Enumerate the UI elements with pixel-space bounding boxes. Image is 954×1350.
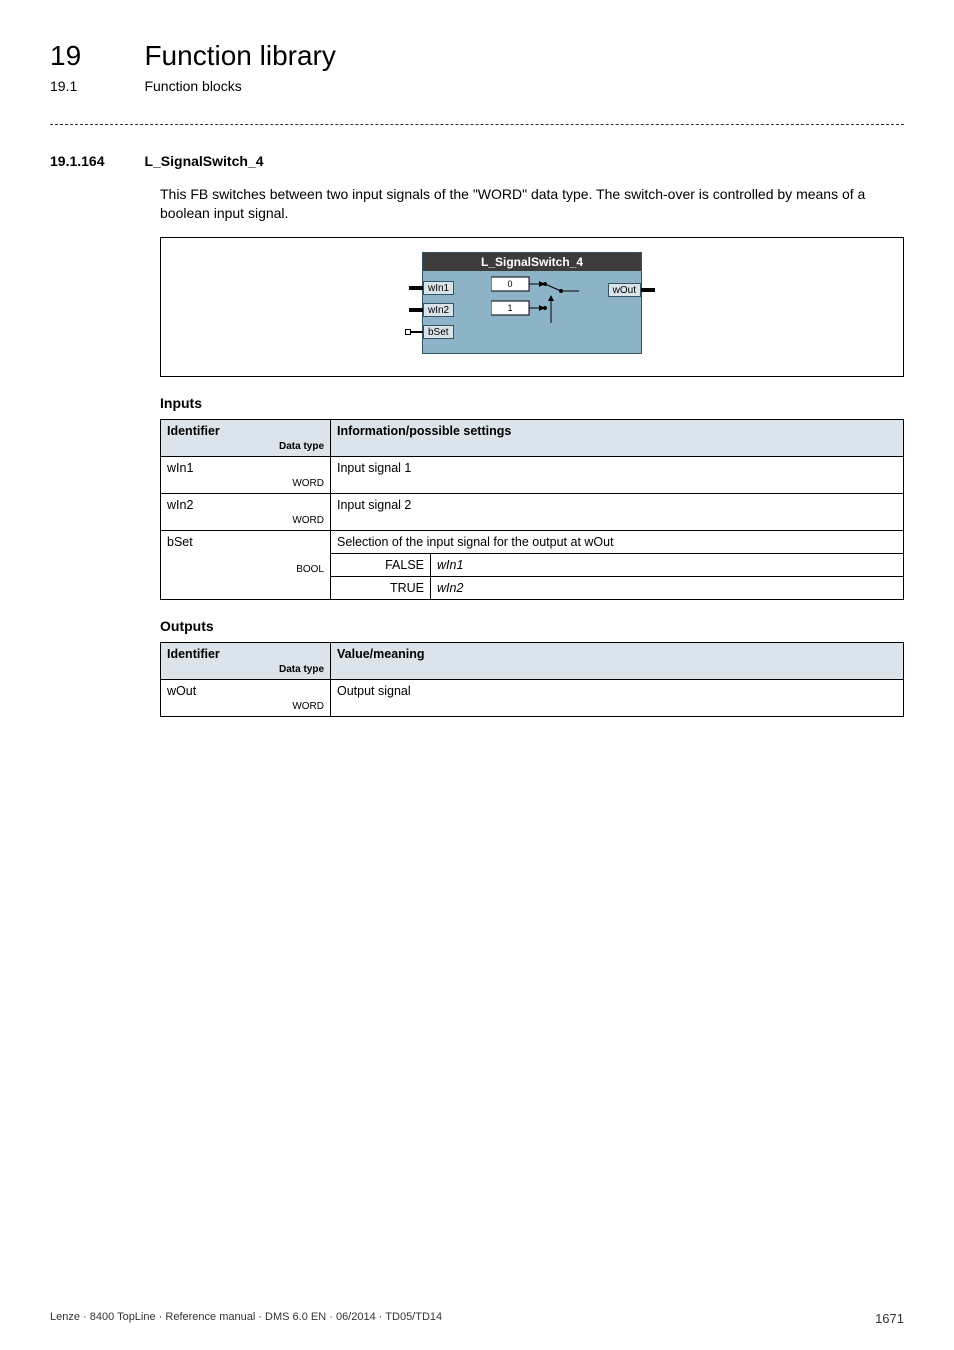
- cell-info: Output signal: [331, 679, 904, 716]
- inputs-heading: Inputs: [160, 395, 904, 411]
- table-row: bSet BOOL Selection of the input signal …: [161, 530, 904, 553]
- cell-name: wIn1: [167, 461, 193, 475]
- function-block-title: L_SignalSwitch_4: [423, 253, 641, 271]
- cell-type: BOOL: [167, 565, 324, 575]
- subsection-title: L_SignalSwitch_4: [144, 153, 263, 169]
- footer-text: Lenze · 8400 TopLine · Reference manual …: [50, 1311, 442, 1326]
- cell-type: WORD: [167, 479, 324, 489]
- th-datatype: Data type: [167, 665, 324, 675]
- subsection-number: 19.1.164: [50, 153, 140, 169]
- table-header-info: Information/possible settings: [331, 419, 904, 456]
- port-in-wIn1: wIn1: [423, 281, 454, 295]
- cell-val: wIn1: [437, 558, 463, 572]
- cell-info: Input signal 2: [331, 493, 904, 530]
- intro-paragraph: This FB switches between two input signa…: [160, 185, 904, 223]
- outputs-heading: Outputs: [160, 618, 904, 634]
- cell-type: WORD: [167, 702, 324, 712]
- port-in-wIn2: wIn2: [423, 303, 454, 317]
- subsection-header: 19.1.164 L_SignalSwitch_4: [50, 153, 904, 171]
- section-title: Function blocks: [144, 78, 241, 94]
- section-number: 19.1: [50, 78, 140, 94]
- port-out-wOut: wOut: [608, 283, 641, 297]
- port-label: wIn1: [423, 281, 454, 295]
- cell-type: WORD: [167, 516, 324, 526]
- table-header-identifier: Identifier Data type: [161, 642, 331, 679]
- th-text: Identifier: [167, 647, 220, 661]
- table-header-identifier: Identifier Data type: [161, 419, 331, 456]
- chapter-title: Function library: [144, 40, 335, 72]
- page-footer: Lenze · 8400 TopLine · Reference manual …: [50, 1311, 904, 1326]
- outputs-table: Identifier Data type Value/meaning wOut …: [160, 642, 904, 717]
- inputs-table: Identifier Data type Information/possibl…: [160, 419, 904, 600]
- divider: [50, 124, 904, 125]
- cell-info: Selection of the input signal for the ou…: [331, 530, 904, 553]
- cell-val: wIn2: [437, 581, 463, 595]
- page-number: 1671: [875, 1311, 904, 1326]
- switch-icon: 0 1: [491, 275, 581, 325]
- cell-key: FALSE: [331, 553, 431, 576]
- th-text: Identifier: [167, 424, 220, 438]
- block-diagram-frame: L_SignalSwitch_4 wIn1 wOut wIn2: [160, 237, 904, 377]
- port-label: wOut: [608, 283, 641, 297]
- section-header: 19.1 Function blocks: [50, 78, 904, 96]
- table-row: wIn1 WORD Input signal 1: [161, 456, 904, 493]
- table-header-info: Value/meaning: [331, 642, 904, 679]
- cell-key: TRUE: [331, 576, 431, 599]
- switch-pos-1: 1: [507, 303, 512, 313]
- th-datatype: Data type: [167, 442, 324, 452]
- port-label: wIn2: [423, 303, 454, 317]
- chapter-header: 19 Function library: [50, 40, 904, 72]
- cell-name: wIn2: [167, 498, 193, 512]
- cell-info: Input signal 1: [331, 456, 904, 493]
- port-in-bSet: bSet: [423, 325, 454, 339]
- function-block: L_SignalSwitch_4 wIn1 wOut wIn2: [422, 252, 642, 354]
- cell-name: bSet: [167, 535, 193, 549]
- chapter-number: 19: [50, 40, 140, 72]
- table-row: wIn2 WORD Input signal 2: [161, 493, 904, 530]
- port-label: bSet: [423, 325, 454, 339]
- table-row: wOut WORD Output signal: [161, 679, 904, 716]
- switch-pos-0: 0: [507, 279, 512, 289]
- cell-name: wOut: [167, 684, 196, 698]
